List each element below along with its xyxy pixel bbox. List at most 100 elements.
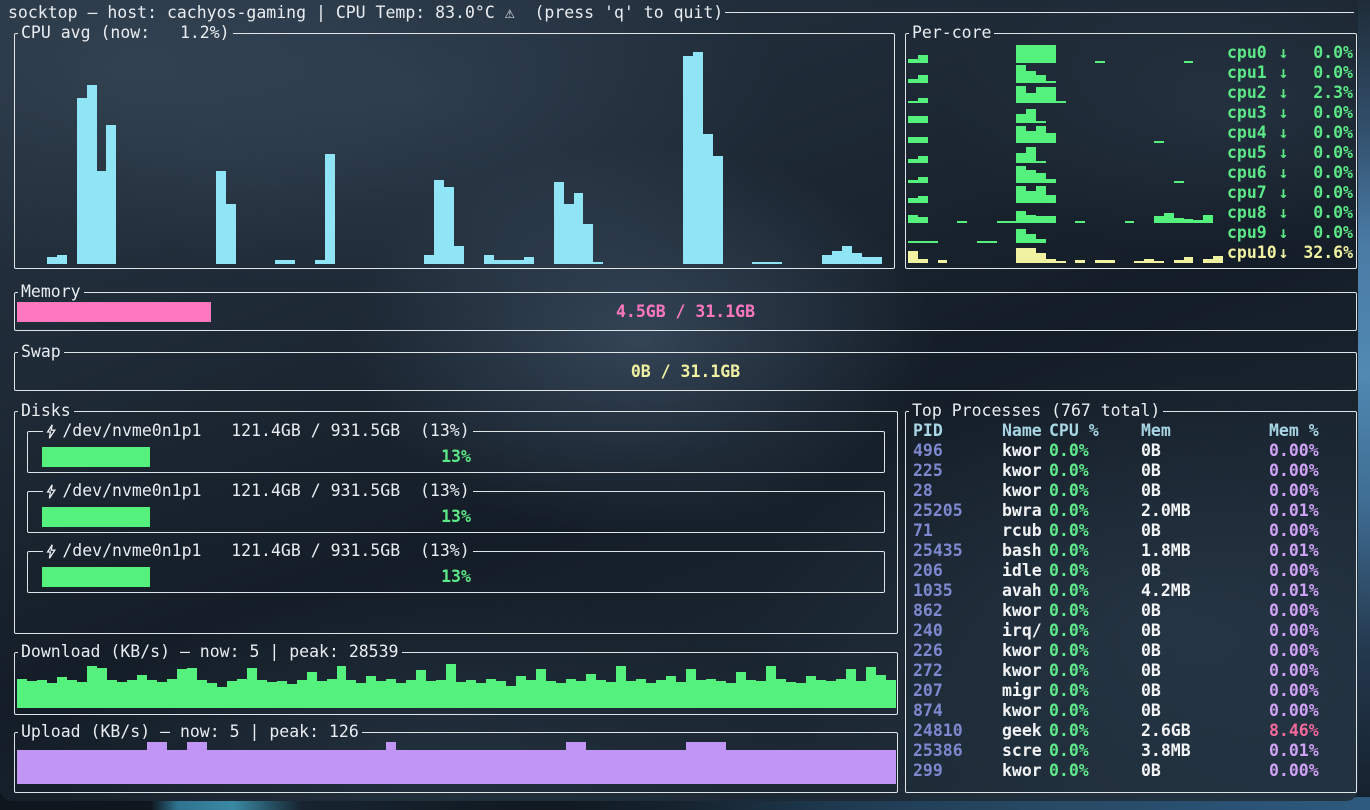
chart-bar bbox=[776, 750, 786, 784]
spark-bar bbox=[1046, 216, 1056, 223]
process-cell-mem-pct: 0.00% bbox=[1269, 641, 1356, 661]
spark-bar bbox=[1016, 65, 1026, 83]
process-cell-cpu: 0.0% bbox=[1049, 541, 1141, 561]
memory-title: Memory bbox=[18, 282, 84, 302]
core-label: cpu7↓0.0% bbox=[1227, 183, 1354, 203]
spark-bar bbox=[1046, 45, 1056, 63]
core-usage-value: 2.3% bbox=[1290, 83, 1354, 103]
core-row-cpu6: cpu6↓0.0% bbox=[908, 163, 1354, 183]
process-cell-pid: 272 bbox=[913, 661, 1002, 681]
chart-bar bbox=[57, 750, 67, 784]
chart-bar bbox=[596, 750, 606, 784]
chart-bar bbox=[107, 750, 117, 784]
process-row: 71rcub0.0%0B0.00% bbox=[906, 521, 1356, 541]
chart-bar bbox=[726, 683, 736, 708]
core-row-cpu0: cpu0↓0.0% bbox=[908, 43, 1354, 63]
chart-bar bbox=[327, 679, 337, 708]
arrow-down-icon: ↓ bbox=[1277, 223, 1290, 243]
process-table-header: PIDNameCPU %MemMem % bbox=[906, 421, 1356, 441]
core-usage-value: 0.0% bbox=[1290, 223, 1354, 243]
chart-bar bbox=[846, 669, 856, 708]
spark-bar bbox=[1154, 261, 1164, 263]
core-usage-value: 32.6% bbox=[1290, 243, 1354, 263]
chart-bar bbox=[137, 750, 147, 784]
chart-bar bbox=[454, 246, 464, 264]
process-cell-cpu: 0.0% bbox=[1049, 461, 1141, 481]
spark-bar bbox=[1046, 195, 1056, 203]
chart-bar bbox=[506, 750, 516, 784]
core-row-cpu7: cpu7↓0.0% bbox=[908, 183, 1354, 203]
chart-bar bbox=[486, 679, 496, 708]
process-cell-mem: 0B bbox=[1141, 641, 1269, 661]
arrow-down-icon: ↓ bbox=[1277, 63, 1290, 83]
chart-bar bbox=[167, 679, 177, 708]
spark-bar bbox=[1026, 109, 1036, 123]
download-title: Download (KB/s) — now: 5 | peak: 28539 bbox=[18, 642, 402, 662]
chart-bar bbox=[806, 750, 816, 784]
chart-bar bbox=[756, 750, 766, 784]
chart-bar bbox=[526, 680, 536, 708]
core-sparkline bbox=[908, 43, 1223, 63]
chart-bar bbox=[466, 750, 476, 784]
chart-bar bbox=[366, 676, 376, 708]
memory-panel: Memory 4.5GB / 31.1GB bbox=[14, 282, 1357, 331]
chart-bar bbox=[456, 750, 466, 784]
arrow-down-icon: ↓ bbox=[1277, 183, 1290, 203]
core-sparkline bbox=[908, 143, 1223, 163]
per-core-title: Per-core bbox=[909, 23, 994, 43]
chart-bar bbox=[516, 750, 526, 784]
chart-bar bbox=[287, 750, 297, 784]
chart-bar bbox=[536, 669, 546, 708]
core-label: cpu3↓0.0% bbox=[1227, 103, 1354, 123]
process-cell-mem: 0B bbox=[1141, 561, 1269, 581]
upload-chart bbox=[17, 742, 895, 784]
core-usage-value: 0.0% bbox=[1290, 103, 1354, 123]
core-label: cpu2↓2.3% bbox=[1227, 83, 1354, 103]
chart-bar bbox=[806, 676, 816, 708]
chart-bar bbox=[566, 679, 576, 708]
chart-bar bbox=[686, 742, 696, 784]
chart-bar bbox=[356, 750, 366, 784]
chart-bar bbox=[77, 98, 87, 264]
chart-bar bbox=[656, 750, 666, 784]
arrow-down-icon: ↓ bbox=[1277, 43, 1290, 63]
spark-bar bbox=[1026, 147, 1036, 163]
swap-gauge: 0B / 31.1GB bbox=[17, 362, 1354, 382]
spark-bar bbox=[918, 196, 928, 203]
chart-bar bbox=[237, 750, 247, 784]
process-cell-name: kwor bbox=[1002, 661, 1049, 681]
process-cell-mem: 0B bbox=[1141, 621, 1269, 641]
chart-bar bbox=[514, 260, 524, 264]
chart-bar bbox=[666, 676, 676, 708]
process-cell-mem-pct: 0.01% bbox=[1269, 581, 1356, 601]
spark-bar bbox=[1016, 45, 1026, 63]
chart-bar bbox=[656, 680, 666, 708]
core-usage-value: 0.0% bbox=[1290, 203, 1354, 223]
chart-bar bbox=[636, 679, 646, 708]
process-cell-name: kwor bbox=[1002, 441, 1049, 461]
chart-bar bbox=[862, 257, 872, 264]
terminal-window[interactable]: socktop — host: cachyos-gaming | CPU Tem… bbox=[0, 0, 1358, 801]
chart-bar bbox=[27, 681, 37, 708]
chart-bar bbox=[646, 683, 656, 708]
column-header-pid: PID bbox=[913, 421, 1002, 441]
chart-bar bbox=[337, 750, 347, 784]
spark-bar bbox=[1036, 186, 1046, 203]
upload-panel: Upload (KB/s) — now: 5 | peak: 126 bbox=[14, 722, 898, 793]
chart-bar bbox=[822, 255, 832, 264]
spark-bar bbox=[1016, 153, 1026, 163]
spark-bar bbox=[918, 116, 928, 123]
swap-panel: Swap 0B / 31.1GB bbox=[14, 342, 1357, 391]
core-row-cpu4: cpu4↓0.0% bbox=[908, 123, 1354, 143]
spark-bar bbox=[1026, 71, 1036, 83]
disk-entry-title: /dev/nvme0n1p1 121.4GB / 931.5GB (13%) bbox=[43, 481, 472, 501]
memory-gauge: 4.5GB / 31.1GB bbox=[17, 302, 1354, 322]
spark-bar bbox=[1016, 126, 1026, 143]
core-usage-value: 0.0% bbox=[1290, 183, 1354, 203]
process-cell-cpu: 0.0% bbox=[1049, 621, 1141, 641]
spark-bar bbox=[1026, 45, 1036, 63]
chart-bar bbox=[626, 750, 636, 784]
chart-bar bbox=[776, 679, 786, 708]
chart-bar bbox=[217, 687, 227, 708]
process-cell-pid: 25205 bbox=[913, 501, 1002, 521]
